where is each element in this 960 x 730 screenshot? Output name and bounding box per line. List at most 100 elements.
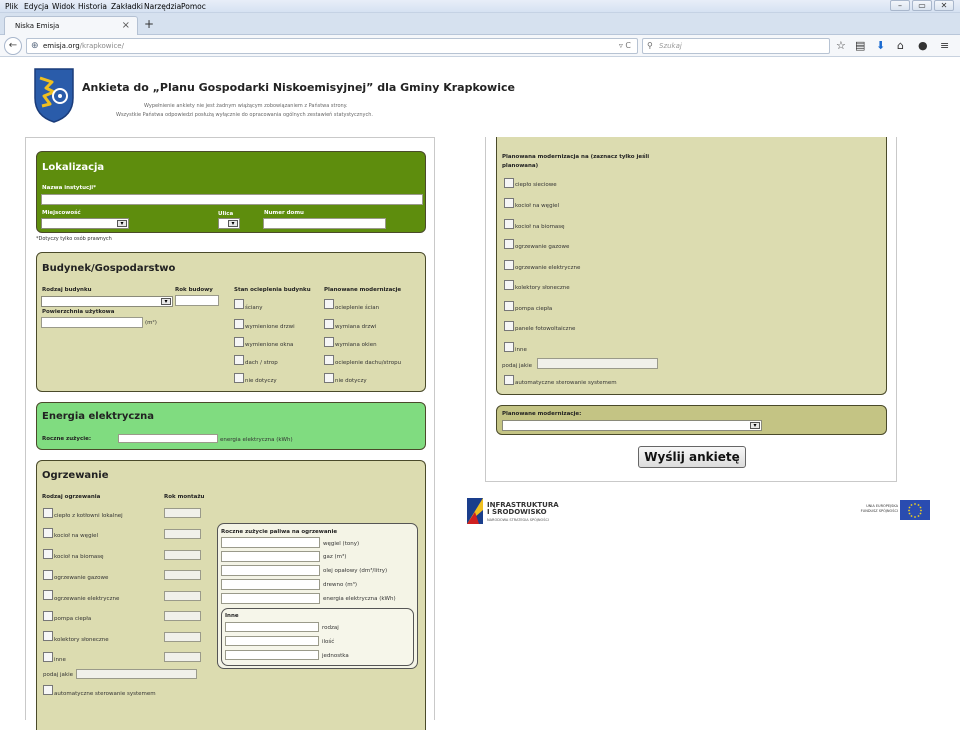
plan-okien-checkbox[interactable] [324,337,334,347]
powierzchnia-input[interactable] [41,317,143,328]
inne-jednostka-input[interactable] [225,650,319,660]
rok-inne-input[interactable] [164,652,201,662]
lokalizacja-title: Lokalizacja [42,162,105,173]
chevron-down-icon: ▾ [750,422,760,429]
bookmark-star-icon[interactable]: ☆ [836,39,846,52]
ogrz-elektryczne-checkbox[interactable] [43,590,53,600]
rok-kotlownia-input[interactable] [164,508,201,518]
inne-rodzaj-input[interactable] [225,622,319,632]
submit-button[interactable]: Wyślij ankietę [638,446,746,468]
menu-widok[interactable]: Widok [52,2,75,11]
mod-wegiel-checkbox[interactable] [504,198,514,208]
roczne-zuzycie-label: Roczne zużycie: [42,436,92,442]
mod-auto-sterowanie-checkbox[interactable] [504,375,514,385]
rok-pompa-input[interactable] [164,611,201,621]
stan-dach-checkbox[interactable] [234,355,244,365]
stan-drzwi-label: wymienione drzwi [245,324,295,330]
plan-dach-checkbox[interactable] [324,355,334,365]
mod-fotowoltaika-checkbox[interactable] [504,321,514,331]
ogrz-podaj-jakie-label: podaj jakie [43,672,73,678]
ogrz-gaz-label: ogrzewanie gazowe [54,575,109,581]
ogrz-auto-sterowanie-label: automatyczne sterowanie systemem [54,691,156,697]
menu-historia[interactable]: Historia [78,2,107,11]
numer-domu-input[interactable] [263,218,386,229]
inne-ilosc-input[interactable] [225,636,319,646]
mod-gaz-label: ogrzewanie gazowe [515,244,570,250]
menu-zakladki[interactable]: Zakładki [111,2,143,11]
mod-biomasa-checkbox[interactable] [504,219,514,229]
paliwo-wegiel-input[interactable] [221,537,320,548]
rodzaj-budynku-select[interactable]: ▾ [41,296,173,307]
mod-gaz-checkbox[interactable] [504,239,514,249]
ogrz-pompa-checkbox[interactable] [43,611,53,621]
paliwo-olej-input[interactable] [221,565,320,576]
paliwo-gaz-unit: gaz (m³) [323,554,347,560]
plan-scian-checkbox[interactable] [324,299,334,309]
close-tab-icon[interactable]: × [122,20,130,31]
nazwa-instytucji-input[interactable] [41,194,423,205]
paliwo-drewno-input[interactable] [221,579,320,590]
rok-wegiel-input[interactable] [164,529,201,539]
mod-cieplo-sieciowe-checkbox[interactable] [504,178,514,188]
search-bar[interactable]: ⚲ Szukaj [642,38,830,54]
inne-jednostka-unit: jednostka [322,653,349,659]
energia-zuzycie-input[interactable] [118,434,218,443]
menu-narzedzia[interactable]: Narzędzia [144,2,181,11]
back-button[interactable]: ← [4,37,22,55]
minimize-button[interactable]: – [890,0,910,11]
rok-kolektory-input[interactable] [164,632,201,642]
menu-hamburger-icon[interactable]: ≡ [940,39,949,52]
tab-niska-emisja[interactable]: Niska Emisja × [4,16,138,35]
menu-edycja[interactable]: Edycja [24,2,49,11]
plan-scian-label: ocieplenie ścian [335,305,380,311]
plan-okien-label: wymiana okien [335,342,377,348]
planowane-modernizacje-select[interactable]: ▾ [502,420,762,431]
menu-plik[interactable]: Plik [5,2,18,11]
ogrz-kotlownia-checkbox[interactable] [43,508,53,518]
menu-pomoc[interactable]: Pomoc [181,2,206,11]
ulica-select[interactable]: ▾ [218,218,240,229]
paliwo-header: Roczne zużycie paliwa na ogrzewanie [221,529,338,535]
reading-list-icon[interactable]: ▤ [855,39,865,52]
downloads-icon[interactable]: ⬇ [876,39,885,52]
paliwo-gaz-input[interactable] [221,551,320,562]
close-window-button[interactable]: ✕ [934,0,954,11]
nazwa-instytucji-label: Nazwa instytucji* [42,185,96,191]
stan-drzwi-checkbox[interactable] [234,319,244,329]
chat-icon[interactable]: ● [918,39,928,52]
mod-fotowoltaika-label: panele fotowoltaiczne [515,326,576,332]
mod-inne-checkbox[interactable] [504,342,514,352]
ogrz-kotlownia-label: ciepło z kotłowni lokalnej [54,513,123,519]
rok-elektryczne-input[interactable] [164,591,201,601]
ogrz-inne-checkbox[interactable] [43,652,53,662]
rok-gaz-input[interactable] [164,570,201,580]
rok-biomasa-input[interactable] [164,550,201,560]
paliwo-energia-input[interactable] [221,593,320,604]
new-tab-button[interactable]: + [144,17,154,31]
stan-sciany-checkbox[interactable] [234,299,244,309]
mod-podaj-jakie-input[interactable] [537,358,658,369]
ogrz-kolektory-checkbox[interactable] [43,631,53,641]
mod-elektryczne-checkbox[interactable] [504,260,514,270]
mod-kolektory-checkbox[interactable] [504,280,514,290]
plan-nie-dotyczy-checkbox[interactable] [324,373,334,383]
ogrz-wegiel-checkbox[interactable] [43,528,53,538]
ogrz-auto-sterowanie-checkbox[interactable] [43,685,53,695]
ogrz-biomasa-checkbox[interactable] [43,549,53,559]
plan-drzwi-checkbox[interactable] [324,319,334,329]
paliwo-box: Roczne zużycie paliwa na ogrzewanie węgi… [217,523,418,669]
stan-okna-checkbox[interactable] [234,337,244,347]
rok-budowy-input[interactable] [175,295,219,306]
miejscowosc-select[interactable]: ▾ [41,218,129,229]
reload-icon[interactable]: ▿ C [619,41,631,50]
mod-pompa-checkbox[interactable] [504,301,514,311]
url-bar[interactable]: ⊕ emisja.org/krapkowice/ ▿ C [26,38,638,54]
stan-nie-dotyczy-checkbox[interactable] [234,373,244,383]
ogrz-podaj-jakie-input[interactable] [76,669,197,679]
maximize-button[interactable]: ▭ [912,0,932,11]
mod-auto-sterowanie-label: automatyczne sterowanie systemem [515,380,617,386]
ogrz-gaz-checkbox[interactable] [43,570,53,580]
home-icon[interactable]: ⌂ [897,39,904,52]
paliwo-drewno-unit: drewno (m³) [323,582,357,588]
inne-box: Inne rodzaj ilość jednostka [221,608,414,666]
